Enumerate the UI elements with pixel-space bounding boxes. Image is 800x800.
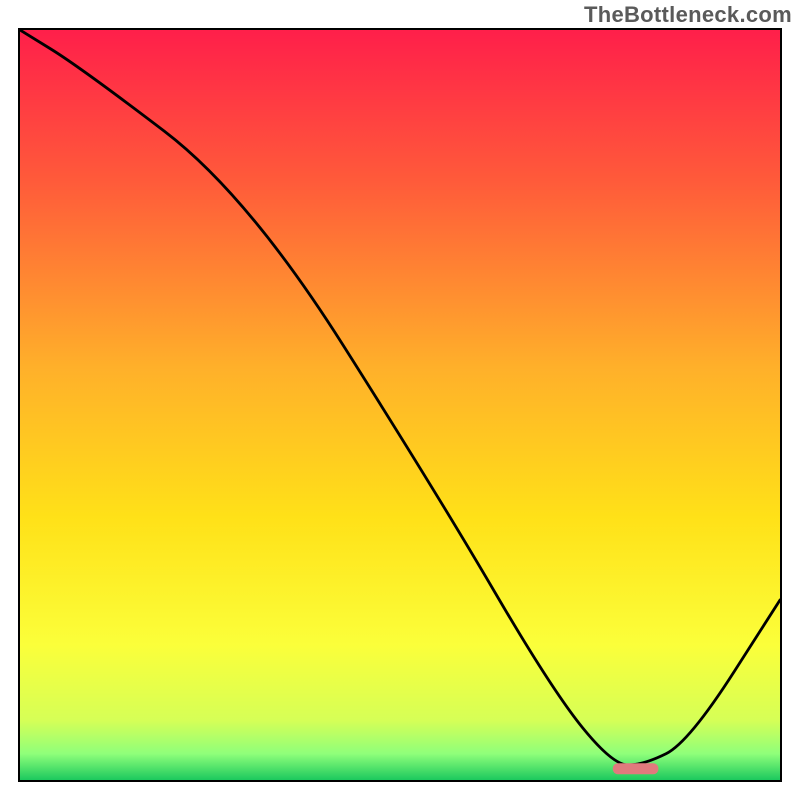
chart-root: TheBottleneck.com bbox=[0, 0, 800, 800]
optimum-marker bbox=[20, 30, 780, 780]
watermark-text: TheBottleneck.com bbox=[584, 2, 792, 28]
plot-area bbox=[18, 28, 782, 782]
